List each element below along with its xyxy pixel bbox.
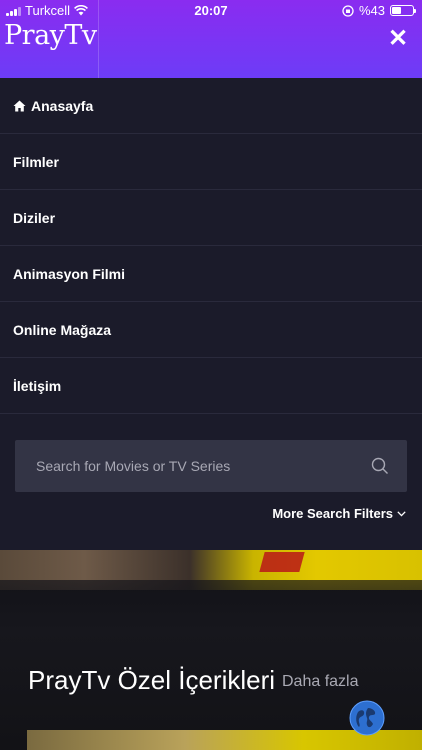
battery-icon [390,5,416,16]
more-search-filters-label: More Search Filters [272,506,393,521]
banner-logo-mark [259,552,305,572]
search-box [15,440,407,492]
section-title: PrayTv Özel İçerikleri [28,665,276,695]
app-logo[interactable]: PrayTv [4,20,97,51]
status-right: %43 [342,3,416,18]
status-bar: Turkcell 20:07 %43 [0,0,422,22]
menu-item-label: Anasayfa [31,97,94,114]
menu-item-label: Animasyon Filmi [13,265,126,282]
menu-item-label: Online Mağaza [13,321,112,338]
battery-percent: %43 [358,3,385,18]
menu-item-label: İletişim [13,377,62,394]
menu-item-label: Filmler [13,153,59,170]
menu-item-anasayfa[interactable]: Anasayfa [0,78,422,134]
nav-menu: Anasayfa Filmler Diziler Animasyon Filmi… [0,78,422,414]
menu-item-online-magaza[interactable]: Online Mağaza [0,302,422,358]
menu-item-iletisim[interactable]: İletişim [0,358,422,414]
section-more-link[interactable]: Daha fazla [282,673,359,691]
app-header: Turkcell 20:07 %43 PrayTv ✕ [0,0,422,78]
close-icon[interactable]: ✕ [386,27,410,51]
search-icon[interactable] [371,457,389,475]
orientation-lock-icon [342,4,354,17]
search-input[interactable] [15,440,371,492]
menu-item-filmler[interactable]: Filmler [0,134,422,190]
more-search-filters-link[interactable]: More Search Filters [272,506,406,521]
battery-fill [392,7,401,14]
globe-icon[interactable] [349,700,385,736]
menu-item-animasyon-filmi[interactable]: Animasyon Filmi [0,246,422,302]
chevron-down-icon [397,510,406,517]
menu-item-label: Diziler [13,209,56,226]
menu-item-diziler[interactable]: Diziler [0,190,422,246]
home-icon [13,100,26,111]
